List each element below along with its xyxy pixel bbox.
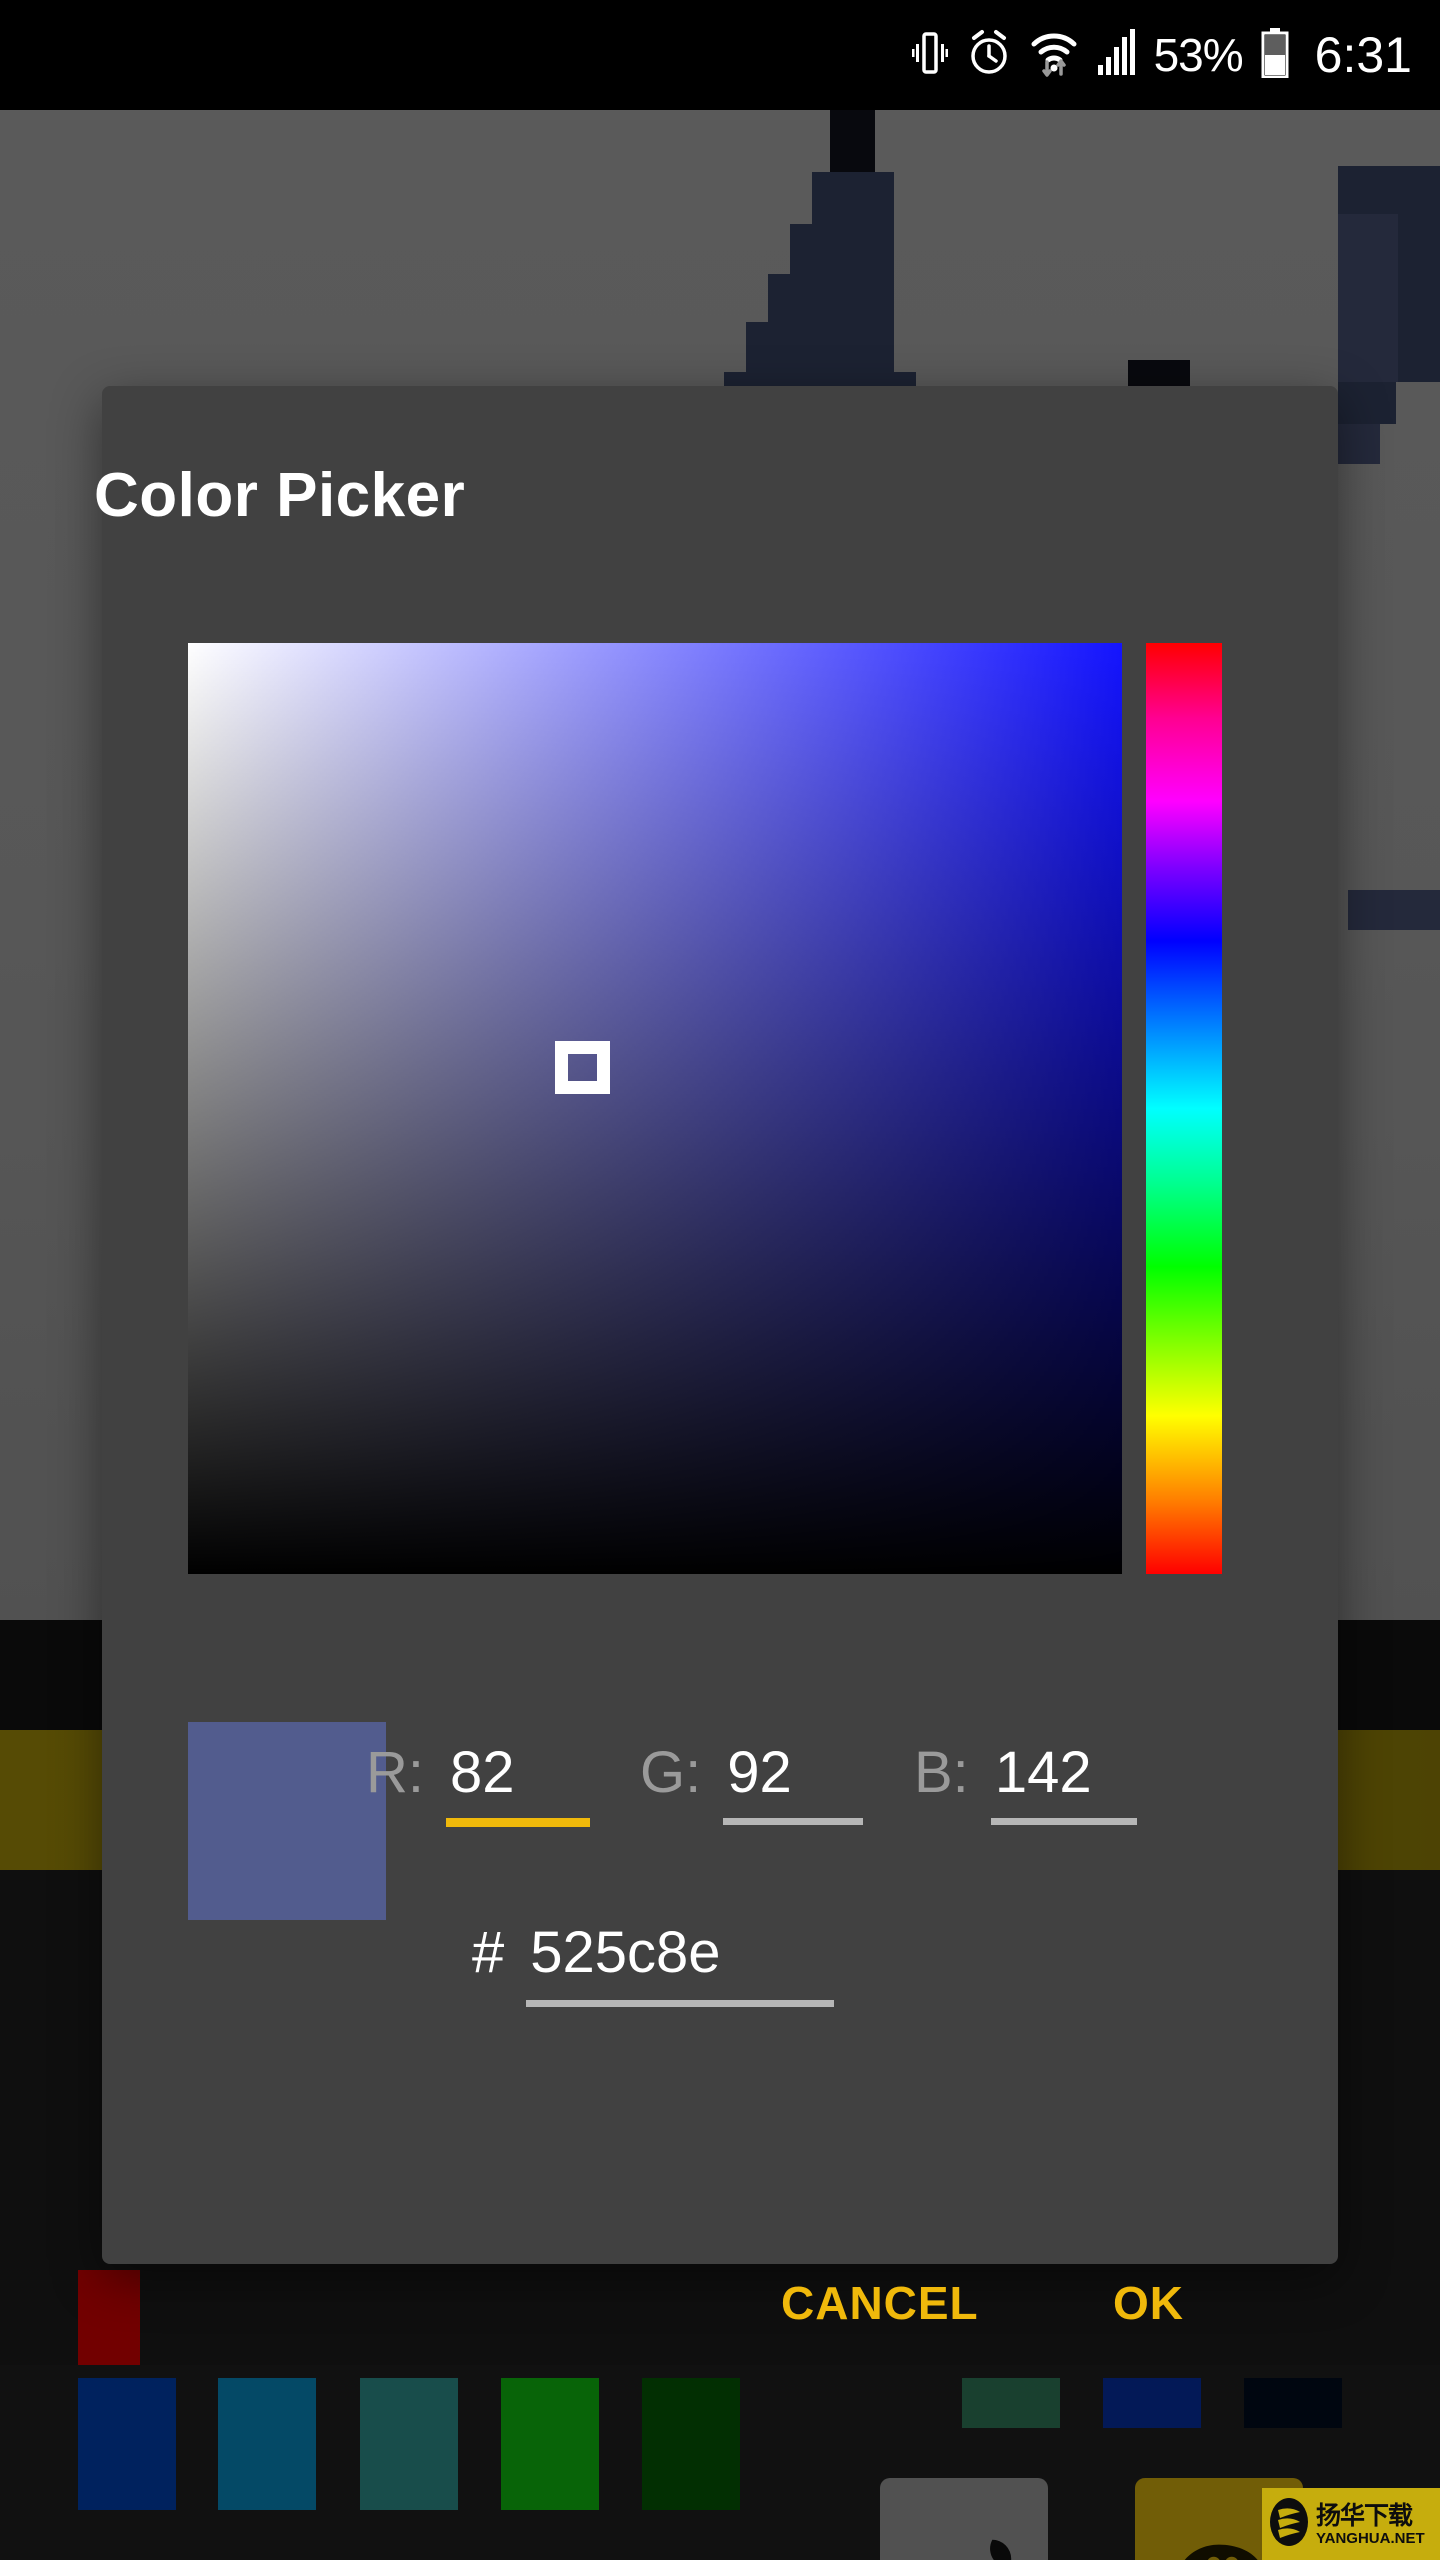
eyedropper-tool-button[interactable] <box>880 2478 1048 2560</box>
red-channel-label: R: <box>366 1740 424 1805</box>
battery-icon <box>1261 27 1289 83</box>
status-clock: 6:31 <box>1314 27 1412 83</box>
saturation-value-cursor[interactable] <box>555 1041 610 1094</box>
canvas-pixel <box>812 172 894 224</box>
canvas-pixel <box>1338 382 1396 424</box>
palette-swatch[interactable] <box>501 2378 599 2510</box>
red-channel-group: R: 82 <box>366 1740 590 1827</box>
blue-channel-group: B: 142 <box>914 1740 1137 1825</box>
green-channel-value: 92 <box>727 1740 792 1805</box>
wifi-icon <box>1030 28 1078 83</box>
red-channel-value: 82 <box>450 1740 515 1805</box>
red-channel-field[interactable]: 82 <box>446 1744 590 1827</box>
canvas-pixel <box>790 224 894 274</box>
green-channel-underline <box>723 1818 864 1825</box>
green-channel-field[interactable]: 92 <box>723 1744 864 1825</box>
dialog-title: Color Picker <box>94 461 466 530</box>
watermark-cn-text: 扬华下载 <box>1316 2500 1413 2530</box>
status-bar: 53% 6:31 <box>0 0 1440 110</box>
canvas-pixel <box>1338 424 1380 464</box>
alarm-icon <box>966 29 1012 82</box>
cancel-button[interactable]: CANCEL <box>781 2276 979 2330</box>
canvas-pixel <box>830 110 875 172</box>
color-picker-dialog: R: 82 G: 92 B: 142 # 525c8e CANCEL OK <box>102 386 1338 2329</box>
watermark-en-text: YANGHUA.NET <box>1316 2529 1425 2547</box>
signal-icon <box>1096 28 1136 82</box>
palette-swatch[interactable] <box>962 2378 1060 2428</box>
hex-value: 525c8e <box>530 1920 721 1985</box>
palette-swatch-red[interactable] <box>78 2270 140 2380</box>
canvas-pixel <box>768 274 894 322</box>
hex-field[interactable]: 525c8e <box>526 1924 835 2007</box>
green-channel-group: G: 92 <box>640 1740 864 1825</box>
canvas-pixel <box>1398 214 1440 382</box>
saturation-value-square[interactable] <box>188 643 1122 1574</box>
blue-channel-underline <box>990 1818 1137 1825</box>
green-channel-label: G: <box>640 1740 702 1805</box>
watermark: 扬华下载 YANGHUA.NET <box>1262 2488 1440 2560</box>
palette-swatch[interactable] <box>1244 2378 1342 2428</box>
blue-channel-field[interactable]: 142 <box>990 1744 1137 1825</box>
hex-group: # 525c8e <box>472 1920 835 2007</box>
hue-slider[interactable] <box>1146 643 1222 1574</box>
watermark-logo-icon <box>1268 2496 1310 2553</box>
ok-button[interactable]: OK <box>1113 2276 1184 2330</box>
vibrate-icon <box>911 30 948 81</box>
battery-percent-label: 53% <box>1153 29 1244 81</box>
palette-swatch[interactable] <box>1103 2378 1201 2428</box>
blue-channel-value: 142 <box>994 1740 1092 1805</box>
eyedropper-icon <box>905 2528 1023 2560</box>
palette-icon <box>1166 2534 1272 2560</box>
blue-channel-label: B: <box>914 1740 969 1805</box>
canvas-pixel <box>746 322 894 372</box>
palette-swatch[interactable] <box>218 2378 316 2510</box>
color-preview-swatch <box>188 1722 386 1920</box>
red-channel-underline <box>446 1818 590 1827</box>
palette-swatch[interactable] <box>360 2378 458 2510</box>
palette-swatch[interactable] <box>642 2378 740 2510</box>
canvas-pixel <box>1348 890 1440 930</box>
hex-prefix-label: # <box>472 1920 505 1985</box>
canvas-pixel <box>1338 166 1440 214</box>
hex-underline <box>526 2000 835 2007</box>
palette-swatch[interactable] <box>78 2378 176 2510</box>
